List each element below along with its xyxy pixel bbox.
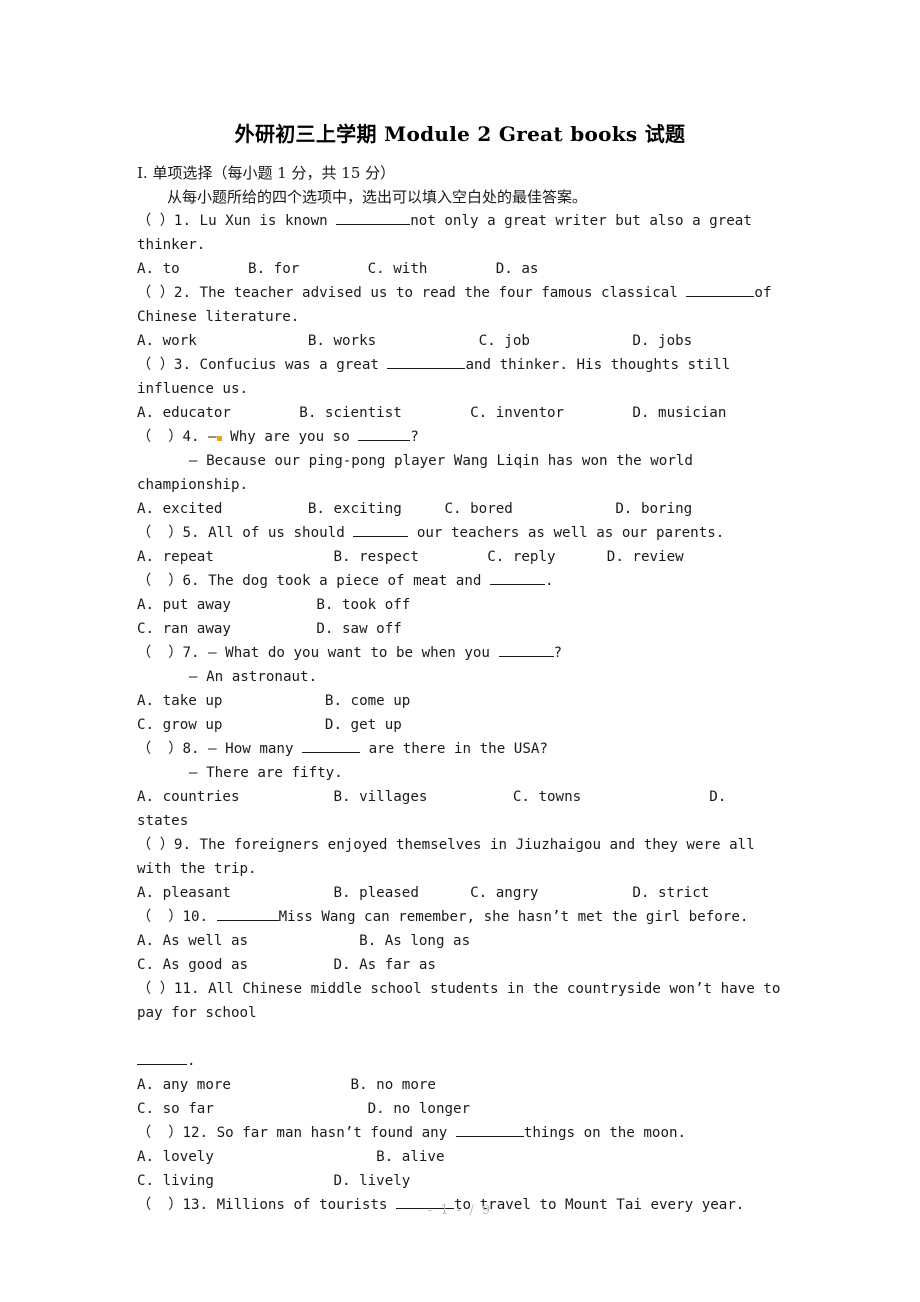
question-11-stem: （ ）11. All Chinese middle school student… [137,981,781,997]
q2-stem-part1: （ ）2. The teacher advised us to read the… [137,285,687,301]
section-heading: I. 单项选择（每小题 1 分，共 15 分） [137,164,396,182]
q4-stem-part3: ? [410,429,419,445]
question-11-options-ab: A. any more B. no more [137,1077,436,1093]
document-page: 外研初三上学期 Module 2 Great books 试题 I. 单项选择（… [0,0,920,1302]
answer-blank [137,1064,187,1065]
page-footer: - 1 - / 9 [427,1203,493,1218]
question-8-stem: （ ）8. — How many are there in the USA? [137,737,783,761]
answer-blank [358,440,411,441]
question-3-stem: （ ）3. Confucius was a great and thinker.… [137,353,783,377]
question-5-stem: （ ）5. All of us should our teachers as w… [137,521,783,545]
question-8-options: A. countries B. villages C. towns D. sta… [137,789,735,829]
q1-stem-part2: not only a great writer but also a great [410,213,752,229]
question-3-stem-cont: influence us. [137,381,249,397]
q3-stem-part2: and thinker. His thoughts still [465,357,731,373]
question-12-options-ab: A. lovely B. alive [137,1149,445,1165]
q2-stem-part2: of [754,285,772,301]
document-content: 外研初三上学期 Module 2 Great books 试题 I. 单项选择（… [137,118,783,1217]
spacer-line [137,1025,783,1049]
question-6-stem: （ ）6. The dog took a piece of meat and . [137,569,783,593]
q6-stem-part2: . [544,573,554,589]
question-7-stem: （ ）7. — What do you want to be when you … [137,641,783,665]
section-subheading-text: 从每小题所给的四个选项中，选出可以填入空白处的最佳答案。 [167,188,588,206]
question-1-options: A. to B. for C. with D. as [137,261,539,277]
question-7-options-cd: C. grow up D. get up [137,717,402,733]
q4-stem-part1: （ ）4. — [137,429,217,445]
question-7-answer-line: — An astronaut. [189,669,318,685]
question-3-options: A. educator B. scientist C. inventor D. … [137,405,727,421]
question-11-blank-line: . [137,1049,783,1073]
question-2-options: A. work B. works C. job D. jobs [137,333,693,349]
q6-stem-part1: （ ）6. The dog took a piece of meat and [137,573,490,589]
question-4-stem: （ ）4. — Why are you so ? [137,425,783,449]
question-11-options-cd: C. so far D. no longer [137,1101,471,1117]
question-10-options-ab: A. As well as B. As long as [137,933,471,949]
answer-blank [498,656,554,657]
q10-stem-part2: Miss Wang can remember, she hasn’t met t… [278,909,749,925]
question-6-options-cd: C. ran away D. saw off [137,621,402,637]
question-12-options-cd: C. living D. lively [137,1173,411,1189]
answer-blank [489,584,545,585]
q5-stem-part1: （ ）5. All of us should [137,525,354,541]
question-2-stem: （ ）2. The teacher advised us to read the… [137,281,783,305]
answer-blank [302,752,361,753]
question-9-stem: （ ）9. The foreigners enjoyed themselves … [137,837,755,853]
question-5-options: A. repeat B. respect C. reply D. review [137,549,684,565]
question-10-options-cd: C. As good as D. As far as [137,957,436,973]
question-9-stem-cont: with the trip. [137,861,257,877]
question-4-answer-line: — Because our ping-pong player Wang Liqi… [189,453,693,469]
question-4-answer-cont: championship. [137,477,249,493]
question-8-answer-line: — There are fifty. [189,765,343,781]
q7-stem-part2: ? [553,645,563,661]
question-7-options-ab: A. take up B. come up [137,693,411,709]
q5-stem-part2: our teachers as well as our parents. [408,525,725,541]
answer-blank [336,224,411,225]
question-4-options: A. excited B. exciting C. bored D. borin… [137,501,693,517]
question-9-options: A. pleasant B. pleased C. angry D. stric… [137,885,710,901]
question-11-stem-cont: pay for school [137,1005,257,1021]
answer-blank [686,296,755,297]
q7-stem-part1: （ ）7. — What do you want to be when you [137,645,499,661]
q1-stem-part1: （ ）1. Lu Xun is known [137,213,337,229]
q4-stem-part2: Why are you so [221,429,359,445]
q12-stem-part1: （ ）12. So far man hasn’t found any [137,1125,456,1141]
question-12-stem: （ ）12. So far man hasn’t found any thing… [137,1121,783,1145]
question-1-stem-cont: thinker. [137,237,206,253]
q3-stem-part1: （ ）3. Confucius was a great [137,357,388,373]
q10-stem-part1: （ ）10. [137,909,217,925]
question-6-options-ab: A. put away B. took off [137,597,411,613]
q8-stem-part1: （ ）8. — How many [137,741,303,757]
question-1-stem: （ ）1. Lu Xun is known not only a great w… [137,209,783,233]
answer-blank [216,920,279,921]
answer-blank [387,368,466,369]
question-10-stem: （ ）10. Miss Wang can remember, she hasn’… [137,905,783,929]
section-subheading: 从每小题所给的四个选项中，选出可以填入空白处的最佳答案。 [137,185,783,209]
page-title: 外研初三上学期 Module 2 Great books 试题 [234,122,686,146]
q11-period: . [187,1053,196,1069]
q8-stem-part2: are there in the USA? [360,741,548,757]
answer-blank [455,1136,524,1137]
q12-stem-part2: things on the moon. [523,1125,687,1141]
question-2-stem-cont: Chinese literature. [137,309,300,325]
answer-blank [353,536,409,537]
